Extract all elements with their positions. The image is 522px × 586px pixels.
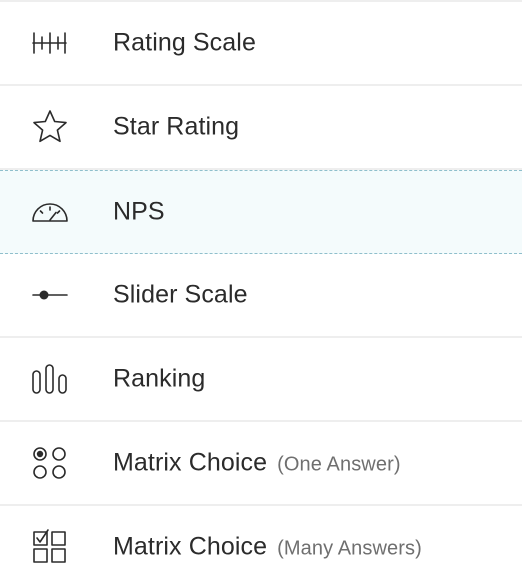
question-type-star-rating[interactable]: Star Rating bbox=[0, 86, 522, 170]
question-type-rating-scale[interactable]: Rating Scale bbox=[0, 2, 522, 86]
question-type-nps[interactable]: NPS bbox=[0, 170, 522, 254]
question-type-label: Slider Scale bbox=[113, 280, 248, 309]
star-icon bbox=[30, 109, 70, 145]
rating-scale-icon bbox=[30, 25, 70, 61]
question-type-label: Ranking bbox=[113, 364, 206, 393]
question-type-label: Matrix Choice (Many Answers) bbox=[113, 532, 422, 561]
question-type-label: Rating Scale bbox=[113, 28, 256, 57]
slider-icon bbox=[30, 277, 70, 313]
question-type-label: Matrix Choice (One Answer) bbox=[113, 448, 401, 477]
question-type-label: Star Rating bbox=[113, 112, 240, 141]
gauge-icon bbox=[30, 194, 70, 230]
question-type-matrix-many-answers[interactable]: Matrix Choice (Many Answers) bbox=[0, 506, 522, 586]
question-type-ranking[interactable]: Ranking bbox=[0, 338, 522, 422]
checkbox-grid-icon bbox=[30, 529, 70, 565]
ranking-icon bbox=[30, 361, 70, 397]
question-type-slider-scale[interactable]: Slider Scale bbox=[0, 254, 522, 338]
radio-grid-icon bbox=[30, 445, 70, 481]
question-type-label: NPS bbox=[113, 197, 165, 226]
question-type-matrix-one-answer[interactable]: Matrix Choice (One Answer) bbox=[0, 422, 522, 506]
question-type-list: Rating Scale Star Rating NPS Slider Scal… bbox=[0, 0, 522, 586]
